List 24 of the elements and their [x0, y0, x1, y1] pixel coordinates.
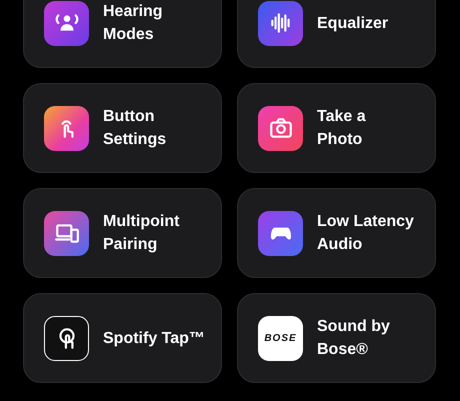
- card-label: Take a Photo: [317, 107, 366, 150]
- feature-card[interactable]: Low Latency Audio: [237, 188, 436, 278]
- card-label: Spotify Tap™: [103, 328, 205, 348]
- person-icon: [44, 0, 89, 46]
- card-label: Button Settings: [103, 107, 166, 150]
- feature-card[interactable]: Multipoint Pairing: [23, 188, 222, 278]
- sound-wave-icon: [258, 0, 303, 46]
- feature-card[interactable]: Spotify Tap™: [23, 293, 222, 383]
- camera-icon: [258, 106, 303, 150]
- hand-tap-icon: [44, 106, 89, 150]
- card-label: Sound by Bose®: [317, 317, 390, 360]
- card-label: Low Latency Audio: [317, 212, 414, 255]
- feature-card[interactable]: BOSE Sound by Bose®: [237, 293, 436, 383]
- feature-card[interactable]: Hearing Modes: [23, 0, 222, 68]
- card-label: Equalizer: [317, 14, 388, 34]
- feature-card[interactable]: Button Settings: [23, 83, 222, 173]
- card-label: Multipoint Pairing: [103, 212, 180, 255]
- laptop-phone-icon: [44, 210, 89, 256]
- brand-logo: BOSE: [258, 316, 303, 360]
- feature-card[interactable]: Take a Photo: [237, 83, 436, 173]
- gamepad-icon: [258, 210, 303, 256]
- feature-card[interactable]: Equalizer: [237, 0, 436, 68]
- finger-tap-icon: [44, 316, 89, 360]
- card-label: Hearing Modes: [103, 2, 163, 45]
